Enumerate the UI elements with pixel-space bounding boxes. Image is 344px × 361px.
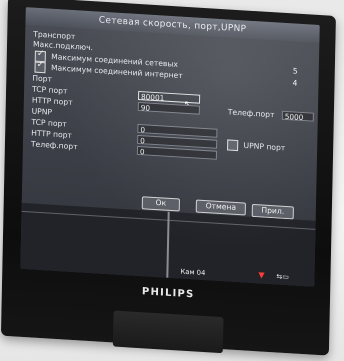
max-net-conn-label: Максимум соединений сетевых xyxy=(51,52,179,69)
max-net-conn-row[interactable]: ✓ Максимум соединений сетевых xyxy=(34,48,179,71)
max-internet-conn-value: 4 xyxy=(292,78,298,88)
network-settings-dialog: Транспорт Макс.подключ. ✓ Максимум соеди… xyxy=(30,29,314,220)
transport-heading: Транспорт xyxy=(33,29,76,42)
max-connections-label: Макс.подключ. xyxy=(32,39,94,53)
max-internet-conn-checkbox[interactable]: ✓ xyxy=(34,59,46,74)
cancel-button[interactable]: Отмена xyxy=(195,199,246,216)
upnp-port-checkbox[interactable] xyxy=(227,139,239,152)
ok-button[interactable]: Ок xyxy=(141,196,180,212)
tcp-port-label: TCP порт xyxy=(32,84,68,96)
upnp-tcp-port-input[interactable]: 0 xyxy=(137,123,218,138)
apply-button[interactable]: Прил. xyxy=(251,203,294,220)
checkbox-icon: ✓ xyxy=(36,48,45,60)
upnp-phone-port-input[interactable]: 0 xyxy=(136,145,218,160)
record-icon: ▼ xyxy=(258,270,265,280)
max-net-conn-value: 5 xyxy=(292,66,298,76)
mouse-cursor-icon: ↖ xyxy=(183,99,192,111)
monitor-brand-logo: PHILIPS xyxy=(141,286,195,301)
checkbox-icon: ✓ xyxy=(36,59,45,71)
upnp-phone-port-label: Телеф.порт xyxy=(30,139,78,152)
dialog-title: Сетевая скорость, порт,UPNP xyxy=(25,7,320,44)
upnp-http-port-input[interactable]: 0 xyxy=(137,134,218,149)
upnp-heading: UPNP xyxy=(31,106,53,117)
camera-split-divider xyxy=(166,211,170,278)
upnp-port-row[interactable]: UPNP порт xyxy=(227,139,285,154)
http-port-input[interactable]: 90 xyxy=(137,101,200,115)
phone-port-label: Телеф.порт xyxy=(227,107,275,120)
upnp-port-label: UPNP порт xyxy=(243,140,286,153)
http-port-label: HTTP порт xyxy=(31,95,73,107)
network-icon: ⇆▭ xyxy=(276,272,290,282)
max-net-conn-checkbox[interactable]: ✓ xyxy=(34,48,46,63)
monitor: Сетевая скорость, порт,UPNP Транспорт Ма… xyxy=(0,0,336,356)
view-divider xyxy=(21,210,316,230)
monitor-stand xyxy=(112,310,224,354)
max-internet-conn-row[interactable]: ✓ Максимум соединений интернет xyxy=(34,59,183,82)
port-heading: Порт xyxy=(32,73,53,84)
monitor-screen: Сетевая скорость, порт,UPNP Транспорт Ма… xyxy=(20,7,320,287)
max-internet-conn-label: Максимум соединений интернет xyxy=(50,63,183,81)
camera-label: Кам 04 xyxy=(180,267,206,278)
tcp-port-input[interactable]: 80001 xyxy=(137,90,201,104)
phone-port-input[interactable]: 5000 xyxy=(281,110,314,122)
upnp-http-port-label: HTTP порт xyxy=(31,128,72,140)
upnp-tcp-port-label: TCP порт xyxy=(31,117,67,129)
camera-view-area xyxy=(20,202,316,287)
